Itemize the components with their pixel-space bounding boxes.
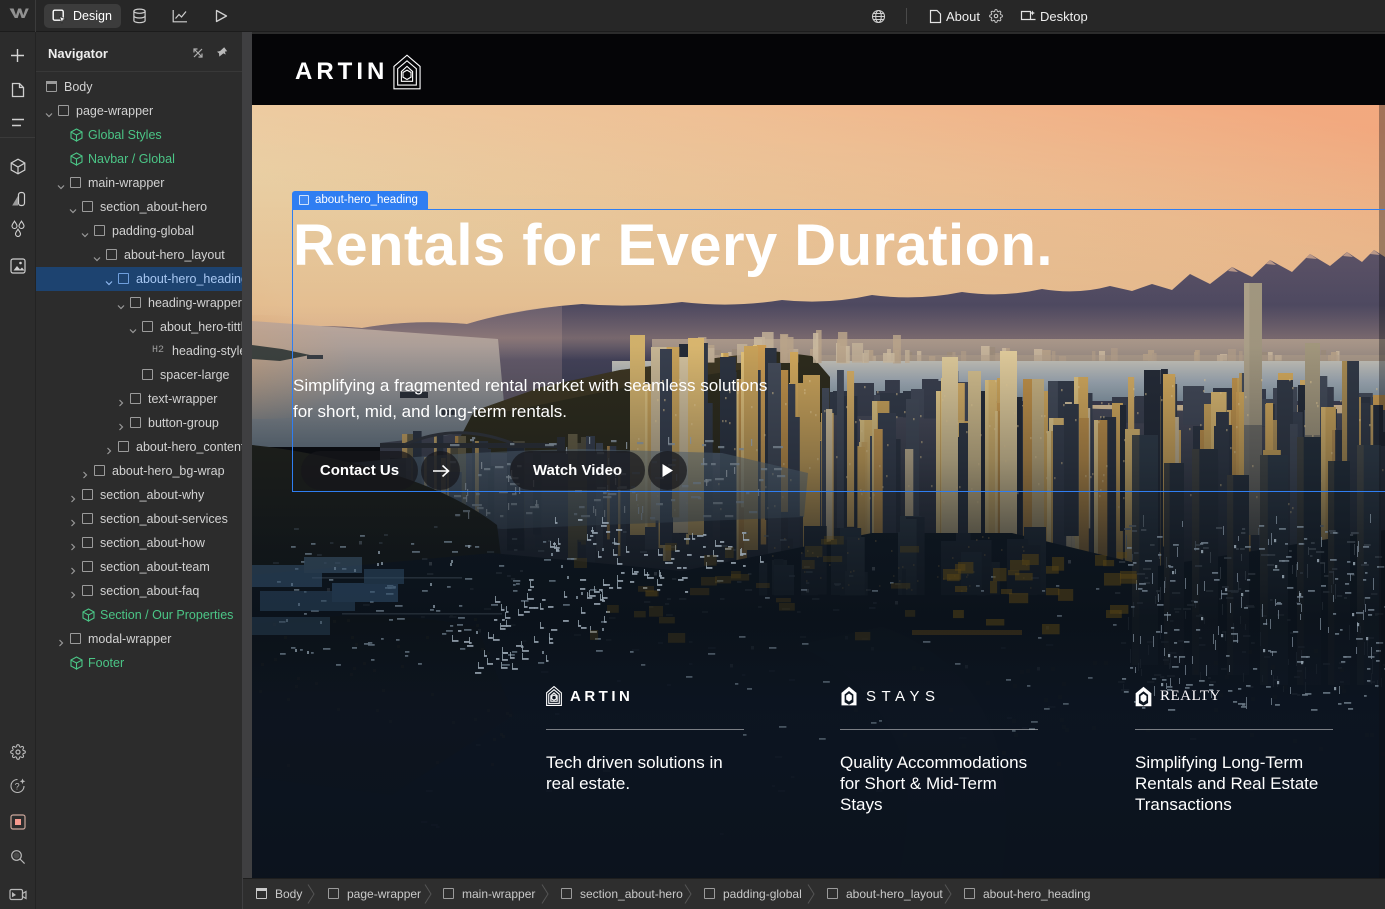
svg-text:?: ? bbox=[14, 781, 19, 791]
